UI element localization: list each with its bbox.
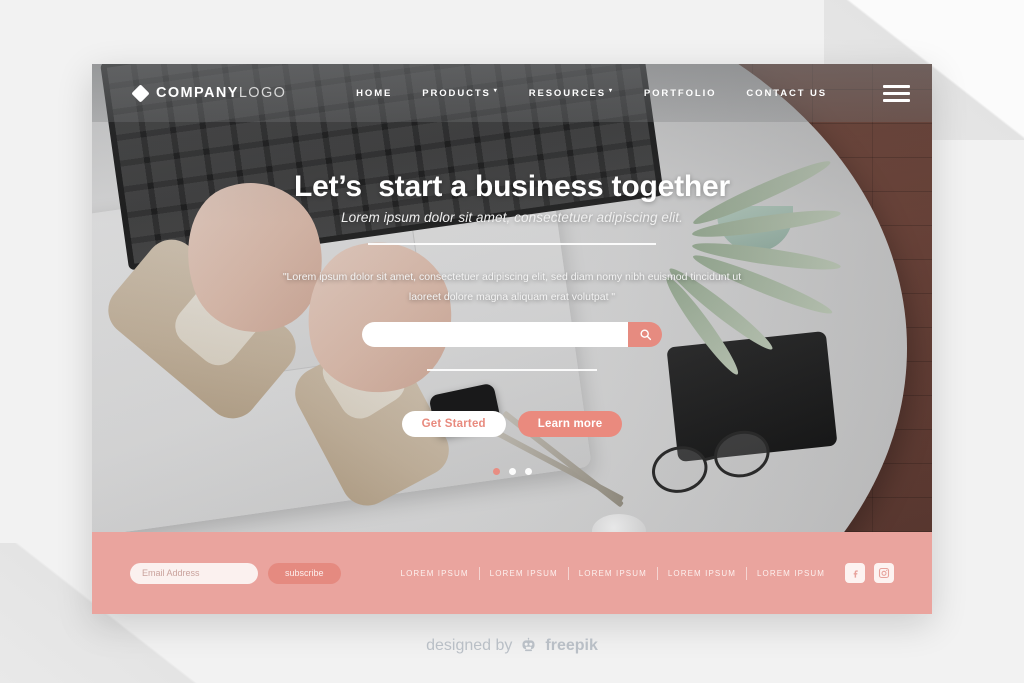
designed-by-credit: designed by freepik <box>0 636 1024 655</box>
nav-link-label: PORTFOLIO <box>643 87 717 99</box>
nav-link-label: RESOURCES <box>528 87 606 99</box>
hamburger-bar <box>883 84 910 88</box>
nav-link-label: HOME <box>356 87 393 99</box>
footer-link-2[interactable]: LOREM IPSUM <box>490 569 558 578</box>
instagram-link[interactable] <box>874 563 894 583</box>
brand-logo[interactable]: COMPANYLOGO <box>131 83 286 103</box>
footer-links: LOREM IPSUM LOREM IPSUM LOREM IPSUM LORE… <box>401 566 826 580</box>
logo-text: COMPANYLOGO <box>156 85 286 101</box>
footer: subscribe LOREM IPSUM LOREM IPSUM LOREM … <box>92 532 932 614</box>
nav-links: HOME PRODUCTS ▾ RESOURCES ▾ PORTFOLIO CONT… <box>356 84 910 102</box>
search-button[interactable] <box>628 321 662 347</box>
get-started-button[interactable]: Get Started <box>401 410 506 437</box>
search-icon <box>639 329 651 341</box>
search-bar <box>362 321 662 347</box>
carousel-dot-1[interactable] <box>492 467 500 475</box>
logo-text-bold: COMPANY <box>156 85 239 101</box>
divider-top <box>368 243 656 245</box>
nav-link-resources[interactable]: RESOURCES ▾ <box>529 88 614 99</box>
nav-link-home[interactable]: HOME <box>356 88 392 99</box>
email-field[interactable] <box>130 562 258 584</box>
footer-divider <box>567 566 569 580</box>
social-links <box>845 563 894 583</box>
newsletter-form: subscribe <box>130 562 341 584</box>
navbar: COMPANYLOGO HOME PRODUCTS ▾ RESOURCES ▾ PO… <box>92 64 932 122</box>
credit-brand: freepik <box>545 636 598 654</box>
nav-link-label: CONTACT US <box>746 87 827 99</box>
carousel-dots <box>492 467 532 475</box>
page-title: Let’s start a business together <box>294 170 730 203</box>
footer-divider <box>478 566 480 580</box>
credit-prefix: designed by <box>426 636 513 654</box>
footer-divider <box>745 566 747 580</box>
hamburger-icon[interactable] <box>883 84 910 102</box>
divider-bottom <box>427 368 597 371</box>
logo-text-light: LOGO <box>238 85 287 101</box>
page-subtitle: Lorem ipsum dolor sit amet, consectetuer… <box>341 210 683 225</box>
nav-link-contact-us[interactable]: CONTACT US <box>746 88 827 99</box>
freepik-mascot-icon <box>522 637 535 652</box>
landing-page-mockup: COMPANYLOGO HOME PRODUCTS ▾ RESOURCES ▾ PO… <box>92 64 932 614</box>
footer-link-5[interactable]: LOREM IPSUM <box>757 569 825 578</box>
footer-link-1[interactable]: LOREM IPSUM <box>401 569 469 578</box>
carousel-dot-2[interactable] <box>508 467 516 475</box>
instagram-icon <box>878 567 890 579</box>
search-input[interactable] <box>362 321 628 347</box>
subscribe-button[interactable]: subscribe <box>268 562 341 584</box>
nav-link-label: PRODUCTS <box>422 87 491 99</box>
facebook-icon <box>853 569 858 578</box>
chevron-down-icon: ▾ <box>608 88 614 94</box>
footer-link-3[interactable]: LOREM IPSUM <box>579 569 647 578</box>
footer-divider <box>656 566 658 580</box>
facebook-link[interactable] <box>845 563 865 583</box>
diamond-icon <box>131 83 150 103</box>
hero-quote: "Lorem ipsum dolor sit amet, consectetue… <box>282 271 742 304</box>
learn-more-button[interactable]: Learn more <box>517 410 623 437</box>
cta-buttons: Get Started Learn more <box>401 410 623 437</box>
hamburger-bar <box>883 91 910 95</box>
chevron-down-icon: ▾ <box>493 88 499 94</box>
nav-link-portfolio[interactable]: PORTFOLIO <box>644 88 717 99</box>
nav-link-products[interactable]: PRODUCTS ▾ <box>422 88 498 99</box>
carousel-dot-3[interactable] <box>524 467 532 475</box>
hamburger-bar <box>883 98 910 102</box>
footer-link-4[interactable]: LOREM IPSUM <box>668 569 736 578</box>
